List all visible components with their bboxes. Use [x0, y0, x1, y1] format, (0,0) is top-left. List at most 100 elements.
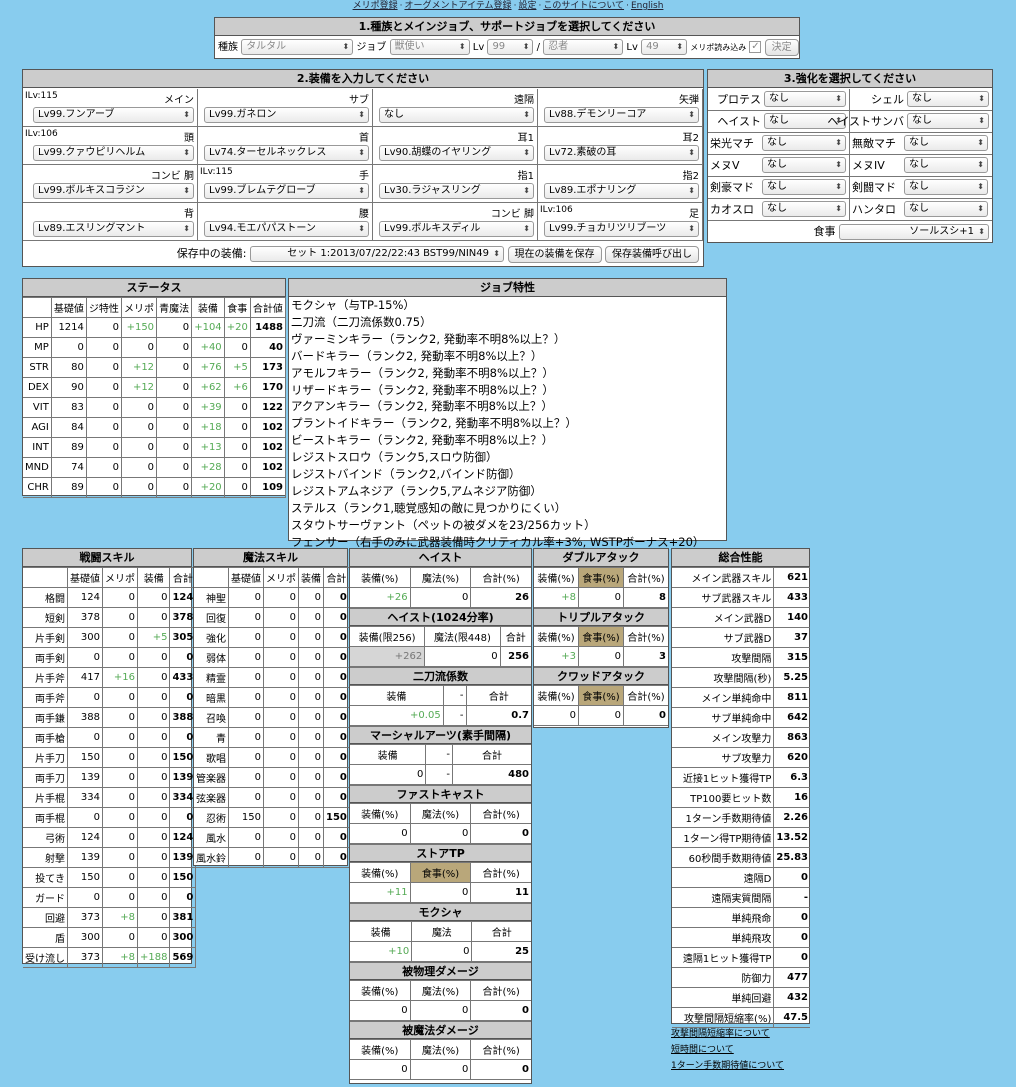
equip-select[interactable]: Lv94.モエパパストーン [204, 221, 369, 237]
enhance-select[interactable]: なし [904, 135, 988, 151]
block-value: 0 [470, 1059, 531, 1080]
equip-select[interactable]: Lv89.エスリングマント [33, 221, 194, 237]
block-value: 0 [623, 705, 668, 726]
equip-select[interactable]: Lv88.デモンリーコア [544, 107, 699, 123]
skill-value: 388 [169, 707, 197, 728]
load-equipment-button[interactable]: 保存装備呼び出し [605, 245, 699, 263]
store-tp-title: ストアTP [350, 844, 531, 862]
status-value: 90 [50, 377, 87, 398]
status-title: ステータス [23, 279, 285, 297]
equip-select[interactable]: Lv99.ブレムテグローブ [204, 183, 369, 199]
equip-ilv: ILv:115 [25, 91, 58, 101]
enhance-item: 剣豪マド なし [708, 177, 850, 198]
enhance-select[interactable]: なし [904, 201, 988, 217]
sub-lv-select[interactable]: 49 [641, 39, 688, 55]
equip-select[interactable]: Lv99.ボルキスコラジン [33, 183, 194, 199]
link-merit[interactable]: メリポ登録 [353, 1, 398, 11]
main-lv-select[interactable]: 99 [487, 39, 534, 55]
equip-select[interactable]: Lv90.胡蝶のイヤリング [379, 145, 534, 161]
link-augment[interactable]: オーグメントアイテム登録 [404, 1, 511, 11]
food-select[interactable]: ソールスシ+1 [839, 224, 989, 240]
link-about[interactable]: このサイトについて [543, 1, 624, 11]
link-settings[interactable]: 設定 [518, 1, 536, 11]
skill-value: 0 [323, 607, 350, 628]
overall-row: 単純飛命 0 [672, 907, 810, 928]
status-header: 合計値 [249, 297, 287, 318]
skill-value: 0 [136, 847, 171, 868]
equip-select[interactable]: Lv89.エポナリング [544, 183, 699, 199]
merit-checkbox[interactable]: ✓ [749, 41, 762, 53]
skill-value: 0 [136, 607, 171, 628]
equip-slot: 首 Lv74.ターセルネックレス [198, 127, 373, 165]
skill-value: 0 [67, 887, 103, 908]
magic_skill-row: 弦楽器 0 0 0 0 [194, 787, 350, 808]
link-turn-expect[interactable]: 1ターン手数期待値について [671, 1058, 831, 1074]
status-row: MND 74 0 0 0 +28 0 102 [23, 457, 287, 478]
block-value: 480 [451, 764, 531, 785]
skill-value: 0 [323, 747, 350, 768]
overall-label: サブ武器スキル [672, 587, 775, 608]
block-value: 256 [499, 646, 531, 667]
saved-set-select[interactable]: セット 1:2013/07/22/22:43 BST99/NIN49 [250, 246, 504, 262]
double-attack-block: ダブルアタック 装備(%) 食事(%) 合計(%) +8 0 8 [534, 549, 668, 608]
link-attack-interval[interactable]: 攻撃間隔短縮率について [671, 1026, 831, 1042]
phys-dmg-title: 被物理ダメージ [350, 962, 531, 980]
equip-select[interactable]: Lv99.ガネロン [204, 107, 369, 123]
enhance-select[interactable]: なし [907, 91, 989, 107]
skill-value: 0 [323, 727, 350, 748]
skill-name: 両手鎌 [23, 707, 68, 728]
status-panel: ステータス 基礎値 ジ特性 メリポ 青魔法 装備 食事 合計値 HP 1214 0 +150 0 +10… [22, 278, 287, 498]
skill-value: 0 [102, 867, 138, 888]
equip-select[interactable]: Lv99.チョカリツリブーツ [544, 221, 699, 237]
equip-select[interactable]: Lv74.ターセルネックレス [204, 145, 369, 161]
enhance-select[interactable]: なし [762, 135, 846, 151]
overall-row: 攻撃間隔(秒) 5.25 [672, 667, 810, 688]
equip-slot: ILv:115 手 Lv99.ブレムテグローブ [198, 165, 373, 203]
enhance-select[interactable]: なし [907, 113, 989, 129]
skill-value: 0 [263, 647, 299, 668]
equip-select[interactable]: なし [379, 107, 534, 123]
skill-value: 0 [323, 707, 350, 728]
save-equipment-button[interactable]: 現在の装備を保存 [507, 245, 602, 263]
mag-dmg-title: 被魔法ダメージ [350, 1021, 531, 1039]
equip-slot: 腰 Lv94.モエパパストーン [198, 203, 373, 241]
sub-job-select[interactable]: 忍者 [543, 39, 624, 55]
skill-value: 0 [298, 767, 324, 788]
enhance-select[interactable]: なし [762, 179, 846, 195]
enhance-select[interactable]: なし [764, 91, 846, 107]
block-header: 合計(%) [470, 567, 531, 588]
block-value: 0 [577, 705, 625, 726]
magic_skill-header: 基礎値 [228, 567, 264, 588]
skill-value: 0 [136, 687, 171, 708]
link-short-time[interactable]: 短時間について [671, 1042, 831, 1058]
enhance-select[interactable]: なし [762, 157, 846, 173]
main-job-select[interactable]: 獣使い [389, 39, 470, 55]
race-select[interactable]: タルタル [241, 39, 354, 55]
block-value: +0.05 [350, 705, 444, 726]
link-english[interactable]: English [631, 1, 664, 11]
equip-select[interactable]: Lv99.ボルキスディル [379, 221, 534, 237]
skill-value: 139 [67, 847, 103, 868]
equip-slot-name: 背 [184, 209, 194, 220]
enhance-select[interactable]: なし [762, 201, 846, 217]
enhance-select[interactable]: なし [904, 179, 988, 195]
magic_skill-row: 管楽器 0 0 0 0 [194, 767, 350, 788]
status-value: 0 [120, 397, 158, 418]
block-header: - [425, 744, 453, 765]
enhance-select[interactable]: なし [904, 157, 988, 173]
enhance-label: シェル [871, 93, 904, 106]
decide-button[interactable]: 決定 [764, 38, 799, 56]
equip-select[interactable]: Lv99.フンアーブ [33, 107, 194, 123]
skill-value: 0 [298, 747, 324, 768]
equip-slot-name: サブ [349, 95, 369, 106]
status-value: 0 [120, 477, 158, 498]
equip-slot-name: 腰 [359, 209, 369, 220]
equip-select[interactable]: Lv30.ラジャスリング [379, 183, 534, 199]
overall-label: 単純回避 [672, 987, 775, 1008]
equip-select[interactable]: Lv99.クァウピリヘルム [33, 145, 194, 161]
equip-select[interactable]: Lv72.素破の耳 [544, 145, 699, 161]
status-name: STR [23, 357, 52, 378]
skill-value: 0 [136, 907, 171, 928]
magic_skill-header: 装備 [298, 567, 324, 588]
skill-name: 両手剣 [23, 647, 68, 668]
